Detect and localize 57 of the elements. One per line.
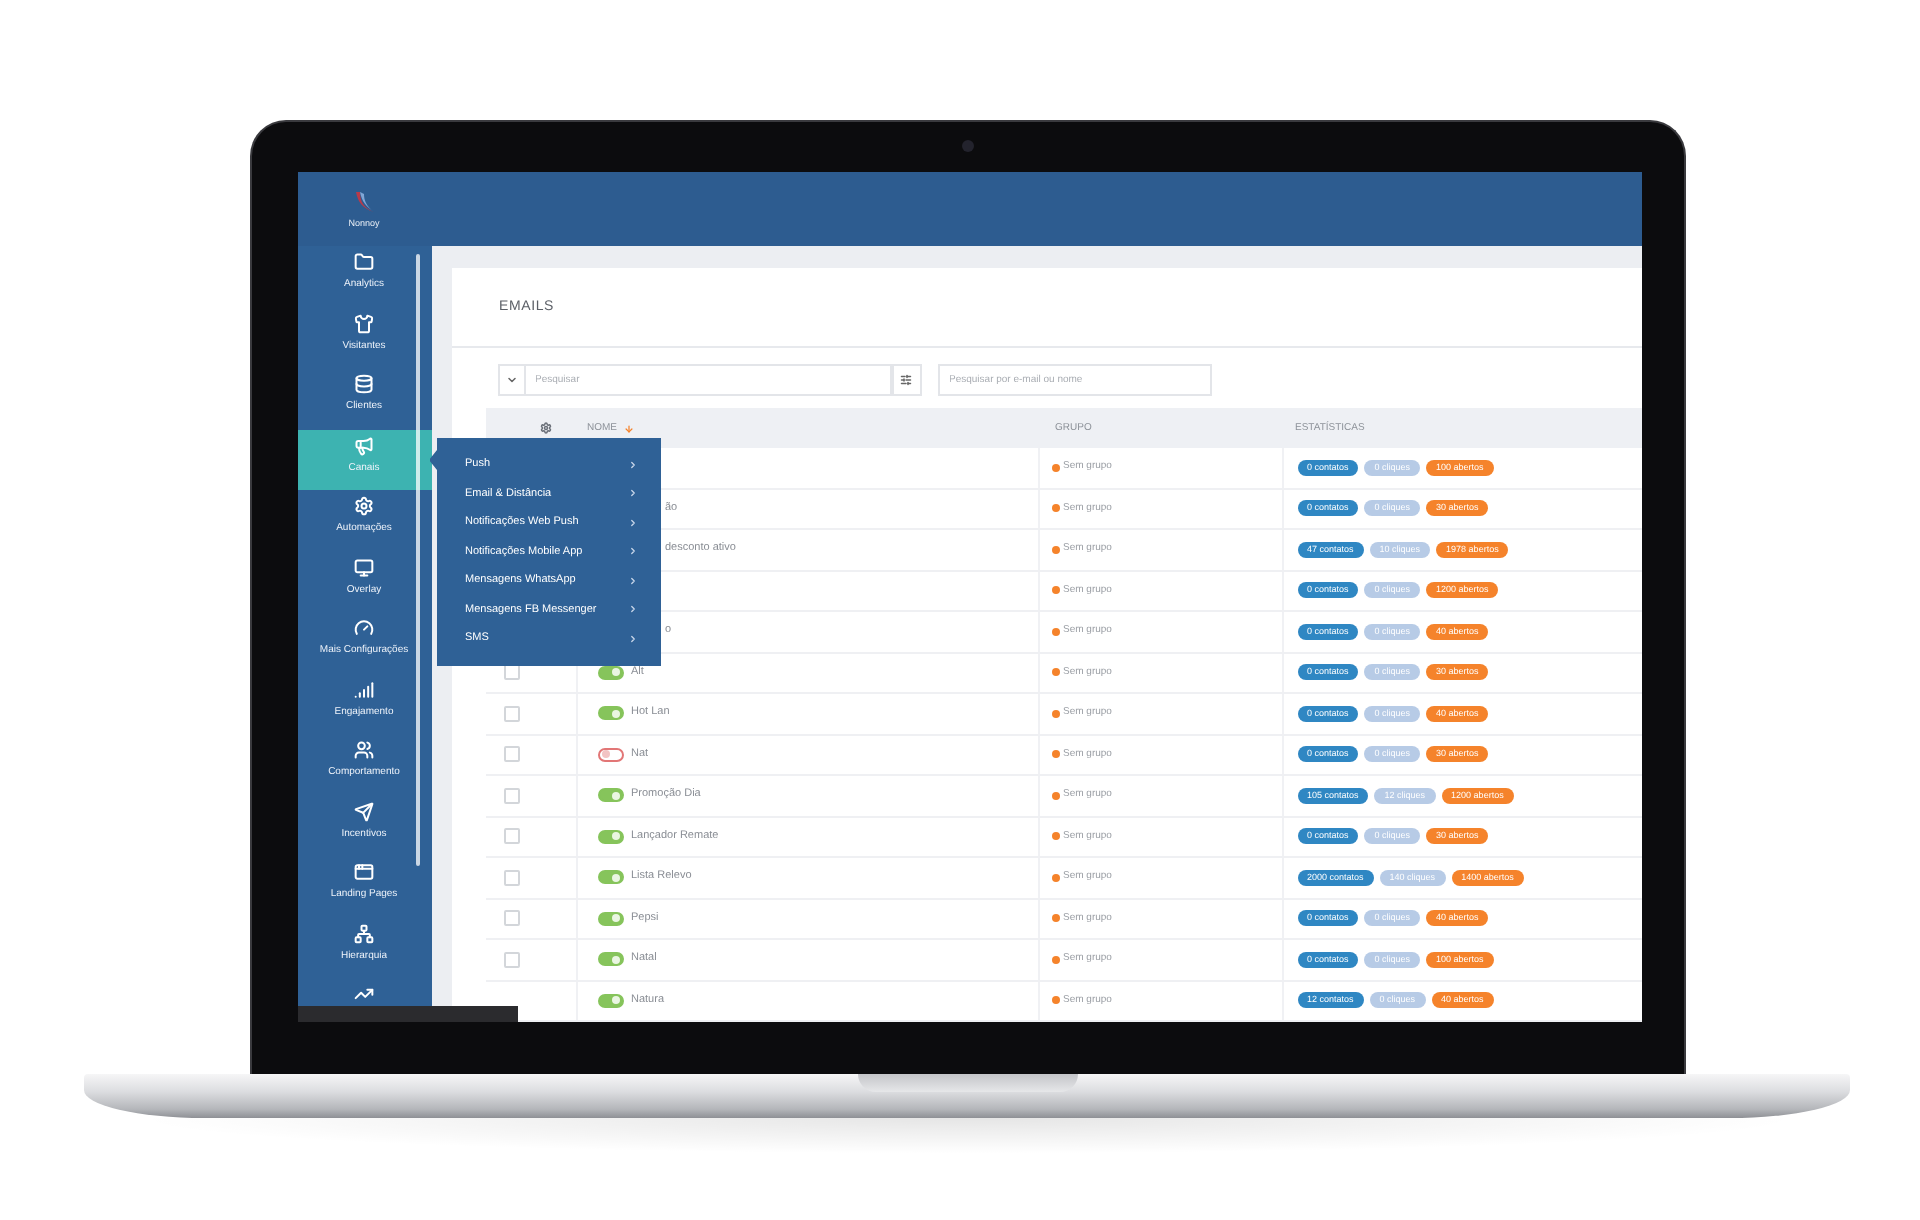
status-dot-icon bbox=[1051, 914, 1059, 923]
status-dot-icon bbox=[1051, 668, 1059, 677]
window-icon bbox=[354, 862, 374, 882]
users-icon bbox=[354, 740, 374, 760]
status-dot-icon bbox=[1051, 750, 1059, 759]
toggle-switch[interactable] bbox=[597, 870, 623, 885]
chevron-right-icon bbox=[627, 604, 637, 615]
caret-down-icon bbox=[505, 374, 517, 386]
toggle-switch[interactable] bbox=[597, 993, 623, 1008]
row-checkbox[interactable] bbox=[503, 910, 519, 927]
toggle-switch[interactable] bbox=[597, 911, 623, 926]
status-dot-icon bbox=[1051, 709, 1059, 718]
row-checkbox[interactable] bbox=[503, 828, 519, 845]
sliders-icon bbox=[900, 374, 912, 386]
gear-icon[interactable] bbox=[539, 422, 551, 434]
chevron-right-icon bbox=[627, 633, 637, 644]
sitemap-icon bbox=[354, 923, 374, 943]
status-dot-icon bbox=[1051, 586, 1059, 595]
row-checkbox[interactable] bbox=[503, 746, 519, 763]
status-dot-icon bbox=[1051, 627, 1059, 636]
gear-icon bbox=[354, 496, 374, 516]
status-dot-icon bbox=[1051, 504, 1059, 513]
status-dot-icon bbox=[1051, 873, 1059, 882]
row-checkbox[interactable] bbox=[503, 705, 519, 722]
status-dot-icon bbox=[1051, 996, 1059, 1005]
toggle-switch[interactable] bbox=[597, 952, 623, 967]
toggle-switch[interactable] bbox=[597, 747, 623, 762]
folder-icon bbox=[354, 252, 374, 272]
scrollbar[interactable] bbox=[415, 254, 419, 866]
toggle-switch[interactable] bbox=[597, 829, 623, 844]
megaphone-icon bbox=[354, 435, 374, 455]
chevron-right-icon bbox=[627, 459, 637, 470]
camera-icon bbox=[961, 140, 973, 152]
status-dot-icon bbox=[1051, 955, 1059, 964]
shirt-icon bbox=[354, 313, 374, 333]
status-dot-icon bbox=[1051, 545, 1059, 554]
toggle-switch[interactable] bbox=[597, 706, 623, 721]
status-dot-icon bbox=[1051, 832, 1059, 841]
database-icon bbox=[354, 374, 374, 394]
status-dot-icon bbox=[1051, 463, 1059, 472]
dropdown-button[interactable] bbox=[497, 364, 525, 396]
sort-arrow-icon[interactable] bbox=[623, 423, 633, 433]
chevron-right-icon bbox=[627, 575, 637, 586]
row-checkbox[interactable] bbox=[503, 869, 519, 886]
signal-bars-icon bbox=[354, 679, 374, 699]
row-checkbox[interactable] bbox=[503, 951, 519, 968]
row-checkbox[interactable] bbox=[503, 787, 519, 804]
chevron-right-icon bbox=[627, 488, 637, 499]
chevron-right-icon bbox=[627, 517, 637, 528]
monitor-icon bbox=[354, 557, 374, 577]
send-icon bbox=[354, 801, 374, 821]
gauge-icon bbox=[354, 618, 374, 638]
filter-button[interactable] bbox=[891, 364, 921, 396]
status-dot-icon bbox=[1051, 791, 1059, 800]
chevron-right-icon bbox=[627, 546, 637, 557]
toggle-switch[interactable] bbox=[597, 788, 623, 803]
trend-line-icon bbox=[354, 984, 374, 1004]
